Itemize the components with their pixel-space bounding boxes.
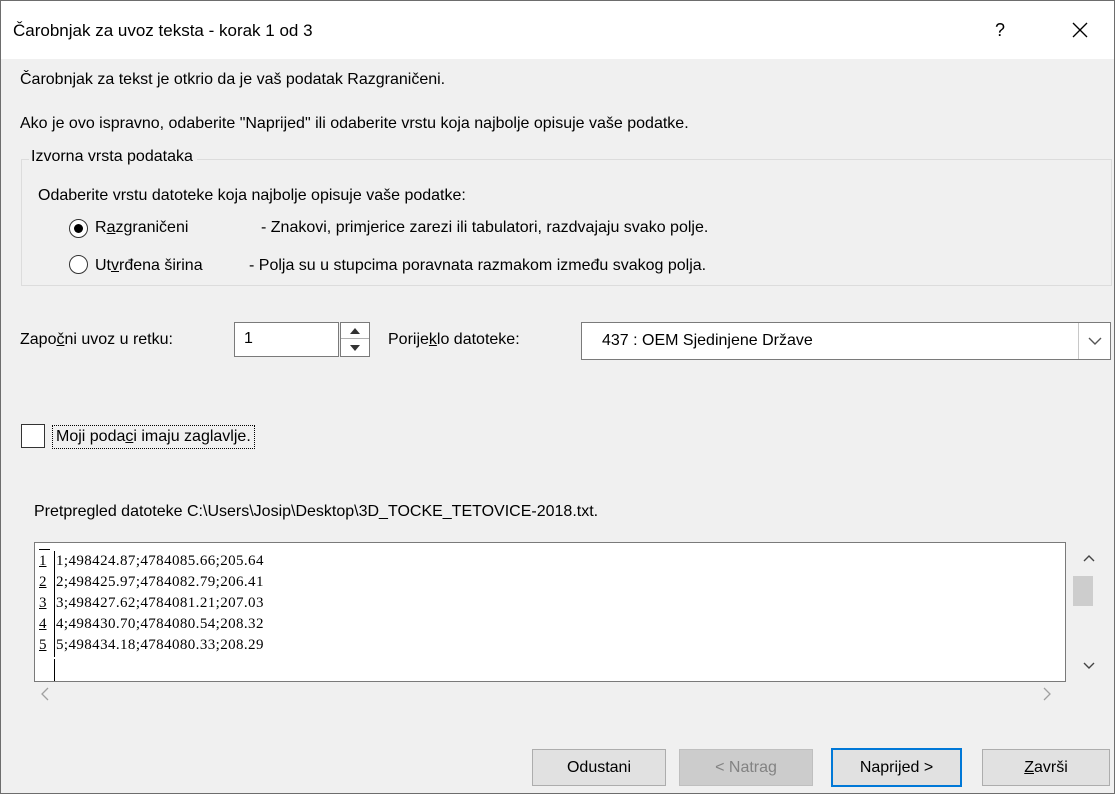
file-origin-value: 437 : OEM Sjedinjene Države [602, 332, 813, 349]
preview-row-divider [54, 572, 55, 594]
preview-row-number: 1 [39, 553, 47, 569]
chevron-up-icon [1083, 555, 1095, 562]
header-checkbox-label[interactable]: Moji podaci imaju zaglavlje. [52, 425, 255, 449]
chevron-left-icon[interactable] [40, 687, 50, 701]
preview-row-text: 4;498430.70;4784080.54;208.32 [56, 616, 264, 632]
help-icon: ? [994, 19, 1005, 40]
start-row-increment[interactable] [341, 323, 369, 339]
file-origin-dropdown-button[interactable] [1078, 323, 1110, 359]
preview-row-divider [54, 635, 55, 657]
start-row-label: Započni uvoz u retku: [20, 331, 173, 348]
radio-fixed-width[interactable] [69, 255, 88, 274]
preview-horizontal-scrollbar[interactable] [34, 683, 1066, 713]
close-button[interactable] [1053, 9, 1107, 51]
chevron-down-icon [1088, 337, 1101, 345]
preview-vertical-scrollbar[interactable] [1067, 542, 1111, 682]
source-type-prompt: Odaberite vrstu datoteke koja najbolje o… [38, 187, 466, 204]
preview-row-divider [54, 551, 55, 573]
source-type-group-label: Izvorna vrsta podataka [29, 148, 197, 166]
scroll-up-button[interactable] [1067, 542, 1111, 574]
cancel-button[interactable]: Odustani [532, 749, 666, 786]
start-row-input[interactable]: 1 [234, 322, 339, 357]
radio-fixed-width-description: - Polja su u stupcima poravnata razmakom… [249, 257, 707, 274]
file-origin-label: Porijeklo datoteke: [388, 331, 520, 348]
preview-row-number: 2 [39, 574, 47, 590]
radio-delimited-label[interactable]: Razgraničeni [95, 219, 188, 237]
arrow-up-icon [350, 327, 360, 334]
preview-row-marker [39, 549, 50, 550]
start-row-decrement[interactable] [341, 340, 369, 356]
start-row-spinner [340, 322, 370, 357]
scroll-down-button[interactable] [1067, 650, 1111, 682]
intro-detected-text: Čarobnjak za tekst je otkrio da je vaš p… [20, 71, 446, 88]
preview-row-number: 4 [39, 616, 47, 632]
preview-row-number: 5 [39, 637, 47, 653]
file-origin-select[interactable]: 437 : OEM Sjedinjene Države [581, 322, 1111, 360]
preview-row-number: 3 [39, 595, 47, 611]
finish-button[interactable]: Završi [982, 749, 1110, 786]
text-import-wizard-dialog: Čarobnjak za uvoz teksta - korak 1 od 3 … [0, 0, 1115, 794]
preview-row-divider [54, 659, 55, 681]
preview-row-text: 5;498434.18;4784080.33;208.29 [56, 637, 264, 653]
next-button[interactable]: Naprijed > [831, 748, 962, 787]
arrow-down-icon [350, 345, 360, 351]
help-button[interactable]: ? [975, 9, 1025, 51]
header-checkbox[interactable] [21, 424, 45, 448]
intro-instruction-text: Ako je ovo ispravno, odaberite "Naprijed… [20, 115, 689, 132]
window-title: Čarobnjak za uvoz teksta - korak 1 od 3 [13, 21, 313, 40]
preview-row-divider [54, 593, 55, 615]
preview-row-divider [54, 614, 55, 636]
chevron-down-icon [1083, 662, 1095, 669]
preview-row-text: 2;498425.97;4784082.79;206.41 [56, 574, 264, 590]
close-icon [1072, 22, 1088, 38]
radio-fixed-width-label[interactable]: Utvrđena širina [95, 257, 203, 275]
back-button[interactable]: < Natrag [679, 749, 813, 786]
radio-delimited[interactable] [69, 219, 88, 238]
file-preview[interactable]: 1 1;498424.87;4784085.66;205.64 2 2;4984… [34, 542, 1066, 682]
preview-label: Pretpregled datoteke C:\Users\Josip\Desk… [34, 503, 599, 520]
scroll-thumb[interactable] [1073, 576, 1093, 606]
chevron-right-icon[interactable] [1042, 687, 1052, 701]
preview-row-text: 3;498427.62;4784081.21;207.03 [56, 595, 264, 611]
preview-row-text: 1;498424.87;4784085.66;205.64 [56, 553, 264, 569]
radio-delimited-description: - Znakovi, primjerice zarezi ili tabulat… [261, 219, 709, 236]
title-bar: Čarobnjak za uvoz teksta - korak 1 od 3 … [1, 1, 1114, 59]
